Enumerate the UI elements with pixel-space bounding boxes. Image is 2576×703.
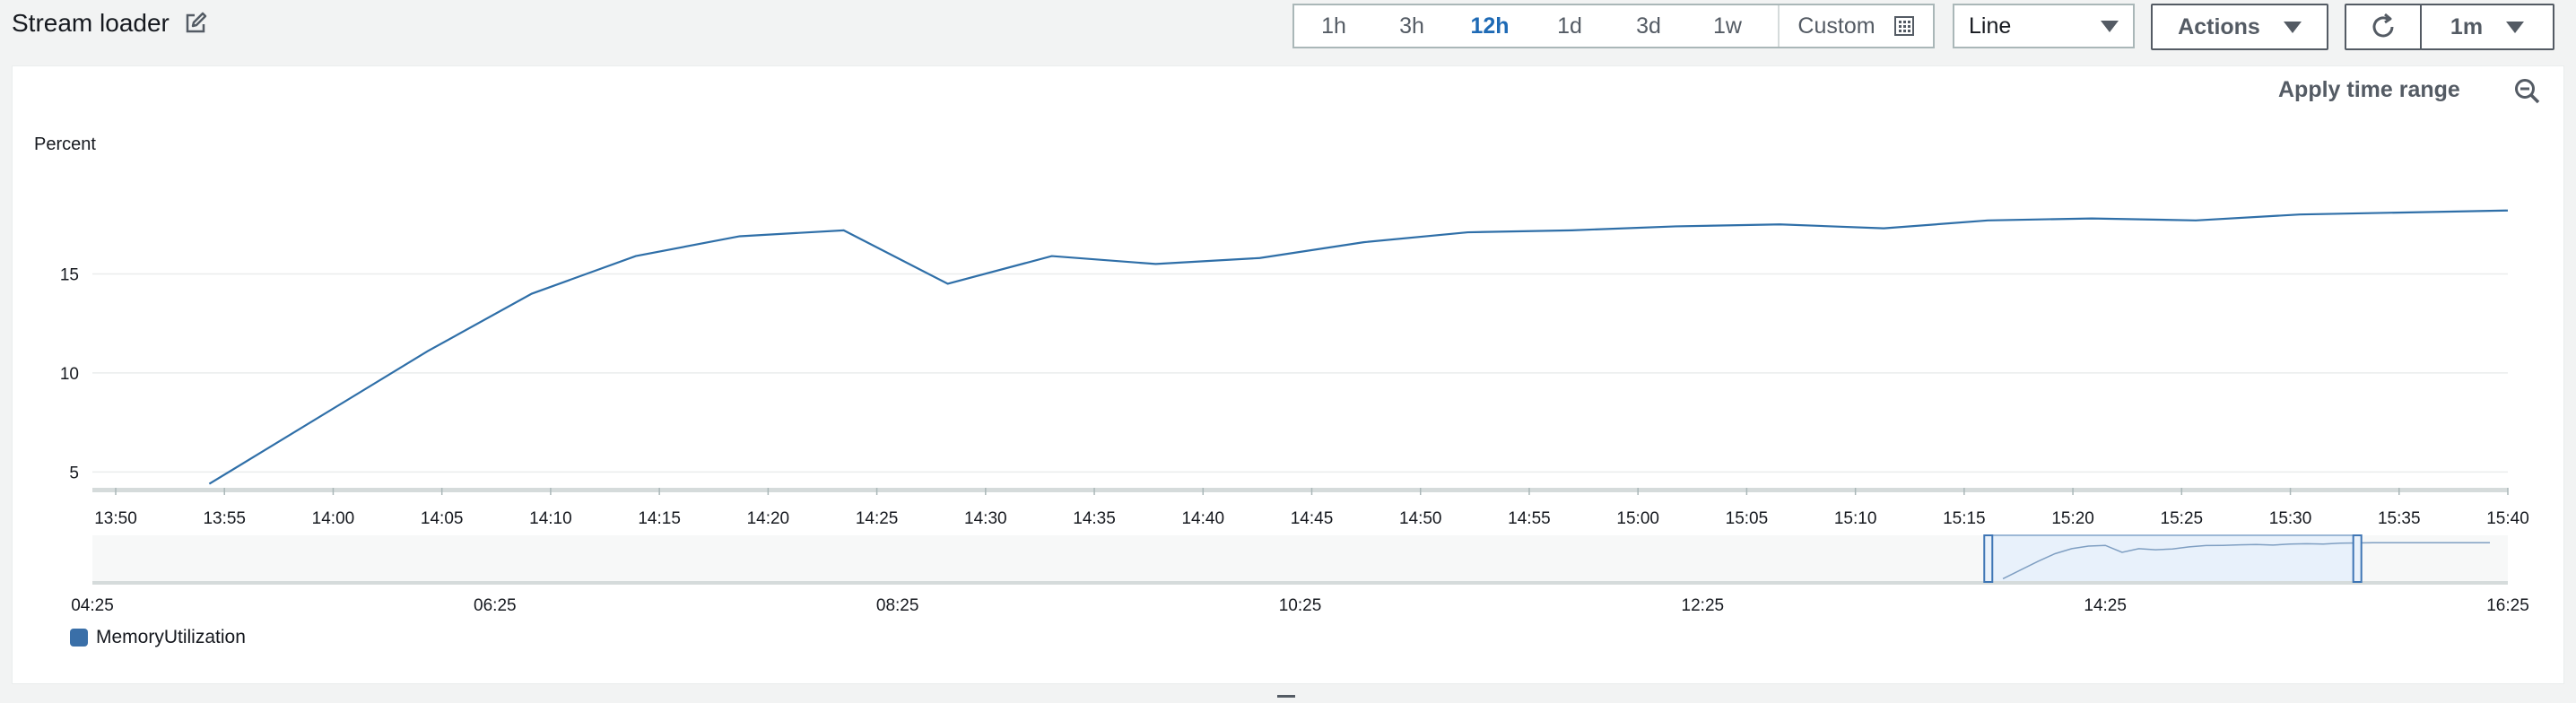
navigator-tick-label: 06:25 [474,596,517,615]
x-tick-label: 14:45 [1291,509,1334,528]
navigator-tick-label: 04:25 [71,596,114,615]
line-chart: Percent 51015 13:50 13:55 14:00 14:05 14:10 1… [34,135,2529,615]
x-tick-label: 14:10 [529,509,572,528]
x-axis-ticks: 13:50 13:55 14:00 14:05 14:10 14:15 14:20 14:25… [94,488,2529,528]
x-tick-label: 15:40 [2486,509,2529,528]
x-tick-label: 15:25 [2161,509,2204,528]
y-tick-label: 15 [60,265,79,284]
x-tick-label: 15:30 [2269,509,2312,528]
navigator-ticks: 04:25 06:25 08:25 10:25 12:25 14:25 16:25 [71,596,2529,615]
x-tick-label: 14:25 [856,509,899,528]
x-tick-label: 15:00 [1616,509,1659,528]
x-axis-line [92,488,2508,492]
legend-swatch [70,629,88,647]
navigator-left-handle[interactable] [1983,534,1994,583]
navigator-tick-label: 14:25 [2084,596,2127,615]
resize-handle[interactable] [1277,695,1295,698]
y-axis-ticks: 5 10 15 [60,265,79,482]
x-tick-label: 14:40 [1181,509,1224,528]
time-navigator[interactable]: 04:25 06:25 08:25 10:25 12:25 14:25 16:25 [71,534,2529,615]
navigator-right-handle[interactable] [2352,534,2363,583]
x-tick-label: 14:55 [1508,509,1551,528]
x-tick-label: 15:10 [1834,509,1877,528]
y-tick-label: 5 [69,464,79,482]
x-tick-label: 14:00 [312,509,355,528]
x-tick-label: 14:20 [747,509,790,528]
x-tick-label: 14:30 [964,509,1007,528]
x-tick-label: 15:15 [1943,509,1986,528]
navigator-tick-label: 16:25 [2486,596,2529,615]
x-tick-label: 15:05 [1726,509,1769,528]
navigator-tick-label: 10:25 [1279,596,1322,615]
series-layer [208,209,2509,485]
x-tick-label: 14:50 [1399,509,1442,528]
gridlines [92,273,2508,473]
y-axis-label: Percent [34,135,96,154]
navigator-tick-label: 12:25 [1682,596,1725,615]
x-tick-label: 13:50 [94,509,137,528]
y-tick-label: 10 [60,365,79,384]
navigator-tick-label: 08:25 [876,596,919,615]
x-tick-label: 14:15 [638,509,681,528]
x-tick-label: 14:05 [421,509,464,528]
legend[interactable]: MemoryUtilization [70,627,246,648]
x-tick-label: 14:35 [1073,509,1116,528]
x-tick-label: 13:55 [203,509,246,528]
x-tick-label: 15:20 [2051,509,2094,528]
legend-label: MemoryUtilization [96,627,246,647]
series-line-MemoryUtilization [208,209,2509,485]
x-tick-label: 15:35 [2378,509,2421,528]
navigator-baseline [92,581,2508,585]
